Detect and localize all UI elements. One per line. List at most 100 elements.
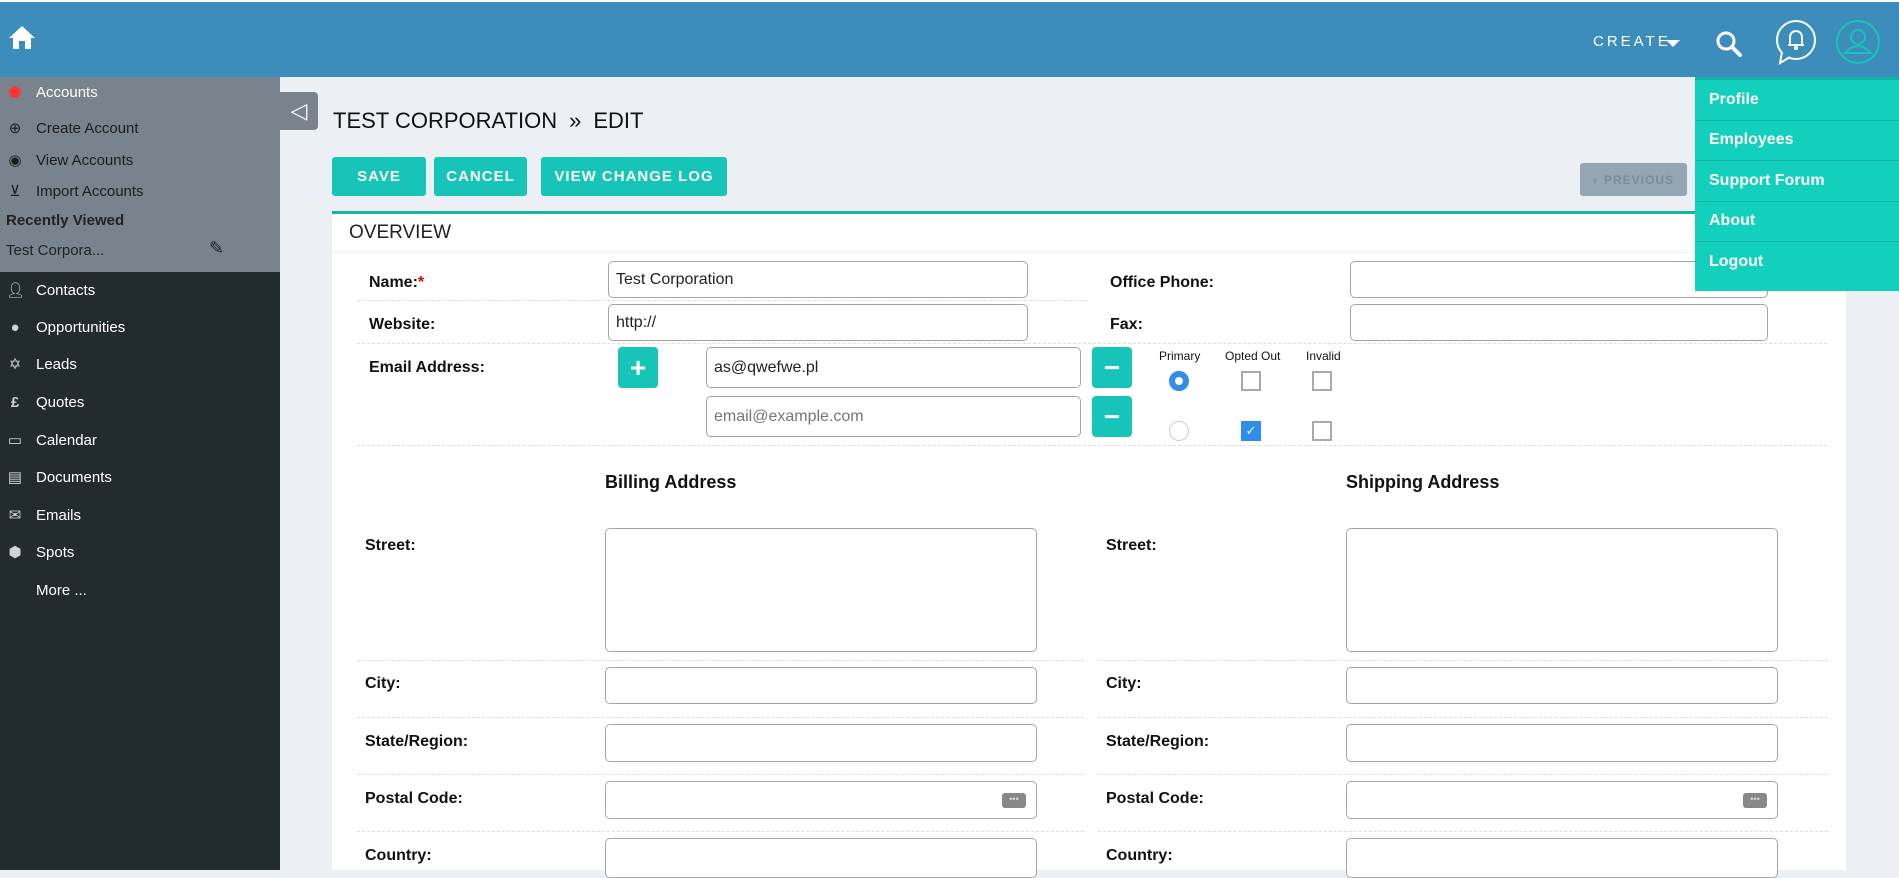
download-icon: ⊻ — [9, 183, 21, 200]
view-change-log-button[interactable]: VIEW CHANGE LOG — [541, 157, 727, 196]
divider — [357, 831, 1084, 832]
billing-country-input[interactable] — [605, 838, 1037, 878]
divider — [1098, 660, 1828, 661]
pencil-icon[interactable]: ✎ — [209, 238, 224, 259]
opted-out-checkbox-2[interactable]: ✓ — [1241, 421, 1261, 441]
menu-item-about[interactable]: About — [1695, 202, 1899, 242]
shipping-country-input[interactable] — [1346, 838, 1778, 878]
email-input-1[interactable]: as@qwefwe.pl — [706, 347, 1081, 388]
divider — [357, 300, 1087, 301]
menu-item-employees[interactable]: Employees — [1695, 121, 1899, 161]
shipping-state-input[interactable] — [1346, 724, 1778, 762]
email-input-2[interactable] — [706, 396, 1081, 437]
sidebar-item-quotes[interactable]: £ Quotes — [6, 390, 85, 414]
billing-city-label: City: — [365, 675, 401, 692]
remove-email-button-2[interactable]: − — [1092, 396, 1132, 437]
menu-item-logout[interactable]: Logout — [1695, 242, 1899, 283]
sidebar-item-label: More ... — [36, 581, 87, 599]
sidebar-action-import[interactable]: ⊻ Import Accounts — [6, 179, 144, 203]
opted-out-column-label: Opted Out — [1225, 349, 1281, 363]
notification-bell-icon[interactable] — [1774, 19, 1818, 65]
chevron-left-icon: ‹ — [1592, 172, 1598, 187]
sidebar-item-more[interactable]: More ... — [36, 578, 87, 602]
chat-bubble-icon[interactable]: ••• — [1002, 792, 1026, 808]
sidebar-item-calendar[interactable]: ▭ Calendar — [6, 428, 97, 452]
shipping-postal-input[interactable]: ••• — [1346, 781, 1778, 819]
top-nav: CREATE — [0, 0, 1899, 77]
record-name: TEST CORPORATION — [333, 108, 558, 133]
label-text: Name: — [369, 274, 418, 291]
caret-down-icon[interactable] — [1666, 40, 1680, 48]
primary-radio-1[interactable] — [1169, 371, 1189, 391]
primary-column-label: Primary — [1159, 349, 1201, 363]
divider — [357, 774, 1084, 775]
cancel-button[interactable]: CANCEL — [434, 157, 527, 196]
search-icon[interactable] — [1714, 29, 1744, 59]
shipping-street-label: Street: — [1106, 537, 1157, 554]
recent-item[interactable]: Test Corpora... — [6, 242, 104, 259]
shipping-country-label: Country: — [1106, 847, 1173, 864]
previous-label: PREVIOUS — [1603, 172, 1674, 187]
sidebar-action-view[interactable]: ◉ View Accounts — [6, 148, 133, 172]
invalid-checkbox-1[interactable] — [1312, 371, 1332, 391]
add-email-button[interactable]: + — [618, 347, 658, 388]
shield-icon: ⬟ — [8, 84, 22, 101]
create-menu[interactable]: CREATE — [1593, 33, 1671, 50]
person-icon: 👤︎ — [6, 282, 26, 299]
billing-state-input[interactable] — [605, 724, 1037, 762]
billing-address-heading: Billing Address — [605, 472, 737, 492]
home-icon[interactable] — [8, 24, 36, 50]
fax-input[interactable] — [1350, 304, 1768, 341]
sidebar-item-label: Leads — [36, 355, 77, 373]
save-button[interactable]: SAVE — [332, 157, 426, 196]
user-avatar-icon[interactable] — [1835, 19, 1881, 65]
sidebar-module-menu: ⬟ Accounts ⊕ Create Account ◉ View Accounts… — [0, 77, 280, 272]
lightbulb-icon: ● — [10, 318, 20, 336]
billing-country-label: Country: — [365, 847, 432, 864]
sidebar-item-label: Documents — [36, 468, 112, 486]
sidebar-item-accounts[interactable]: ⬟ Accounts — [6, 80, 97, 104]
billing-city-input[interactable] — [605, 667, 1037, 704]
recently-viewed-heading: Recently Viewed — [6, 212, 125, 229]
sidebar-item-opportunities[interactable]: ● Opportunities — [6, 315, 125, 339]
primary-radio-2[interactable] — [1169, 421, 1189, 441]
required-marker: * — [417, 274, 425, 291]
website-input[interactable]: http:// — [608, 304, 1028, 341]
divider — [357, 343, 1827, 344]
billing-state-label: State/Region: — [365, 733, 469, 750]
opted-out-checkbox-1[interactable] — [1241, 371, 1261, 391]
previous-button[interactable]: ‹ PREVIOUS — [1580, 163, 1687, 196]
documents-icon: ▤ — [7, 469, 23, 486]
shipping-street-textarea[interactable] — [1346, 528, 1778, 652]
remove-email-button-1[interactable]: − — [1092, 347, 1132, 388]
minus-icon: − — [1103, 351, 1121, 383]
cube-icon: ⬢ — [8, 544, 22, 561]
sidebar-item-emails[interactable]: ✉ Emails — [6, 503, 81, 527]
invalid-checkbox-2[interactable] — [1312, 421, 1332, 441]
shipping-city-input[interactable] — [1346, 667, 1778, 704]
breadcrumb-separator: » — [569, 108, 582, 133]
sidebar-item-documents[interactable]: ▤ Documents — [6, 465, 112, 489]
sidebar-item-leads[interactable]: ✡ Leads — [6, 352, 77, 376]
name-input[interactable]: Test Corporation — [608, 261, 1028, 298]
name-label: Name:* — [369, 274, 424, 292]
sidebar-item-spots[interactable]: ⬢ Spots — [6, 540, 74, 564]
menu-item-support-forum[interactable]: Support Forum — [1695, 161, 1899, 202]
sidebar-item-label: Spots — [36, 543, 75, 561]
billing-postal-input[interactable]: ••• — [605, 781, 1037, 819]
sidebar-item-label: Import Accounts — [36, 182, 144, 200]
billing-street-label: Street: — [365, 537, 416, 554]
menu-item-profile[interactable]: Profile — [1695, 80, 1899, 121]
sidebar-action-create[interactable]: ⊕ Create Account — [6, 116, 139, 140]
chat-bubble-icon[interactable]: ••• — [1743, 792, 1767, 808]
divider — [357, 445, 1827, 446]
billing-street-textarea[interactable] — [605, 528, 1037, 652]
sidebar-item-label: Quotes — [36, 393, 85, 411]
divider — [1098, 774, 1828, 775]
panel-title[interactable]: OVERVIEW — [349, 222, 451, 244]
sidebar-item-contacts[interactable]: 👤︎ Contacts — [6, 278, 95, 302]
calendar-icon: ▭ — [7, 432, 23, 449]
collapse-sidebar-button[interactable]: ◁ — [280, 92, 318, 130]
divider — [1098, 717, 1828, 718]
plus-icon: + — [629, 351, 647, 383]
